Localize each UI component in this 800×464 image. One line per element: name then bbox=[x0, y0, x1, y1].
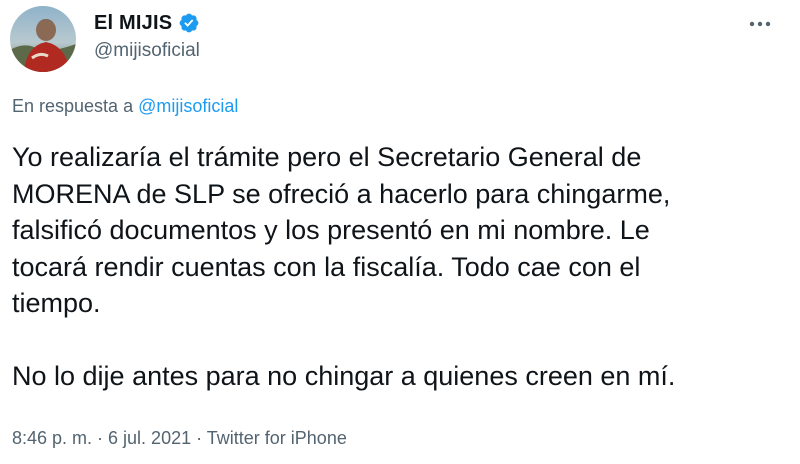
more-horizontal-icon bbox=[749, 21, 771, 27]
tweet-timestamp-source[interactable]: 8:46 p. m. · 6 jul. 2021 · Twitter for i… bbox=[12, 428, 347, 449]
author-handle[interactable]: @mijisoficial bbox=[94, 40, 200, 62]
tweet-card: El MIJIS @mijisoficial En respuesta a @m… bbox=[0, 0, 800, 464]
reply-context: En respuesta a @mijisoficial bbox=[12, 96, 238, 117]
avatar-image bbox=[10, 6, 76, 72]
tweet-text: Yo realizaría el trámite pero el Secreta… bbox=[12, 139, 792, 395]
reply-prefix: En respuesta a bbox=[12, 96, 134, 116]
avatar[interactable] bbox=[10, 6, 76, 72]
author-name-row: El MIJIS bbox=[94, 9, 200, 37]
reply-mention-link[interactable]: @mijisoficial bbox=[138, 96, 238, 116]
tweet-paragraph-2: No lo dije antes para no chingar a quien… bbox=[12, 361, 676, 391]
verified-badge-icon bbox=[178, 12, 200, 34]
tweet-paragraph-1: Yo realizaría el trámite pero el Secreta… bbox=[12, 142, 671, 318]
more-options-button[interactable] bbox=[742, 10, 778, 38]
display-name[interactable]: El MIJIS bbox=[94, 12, 172, 35]
